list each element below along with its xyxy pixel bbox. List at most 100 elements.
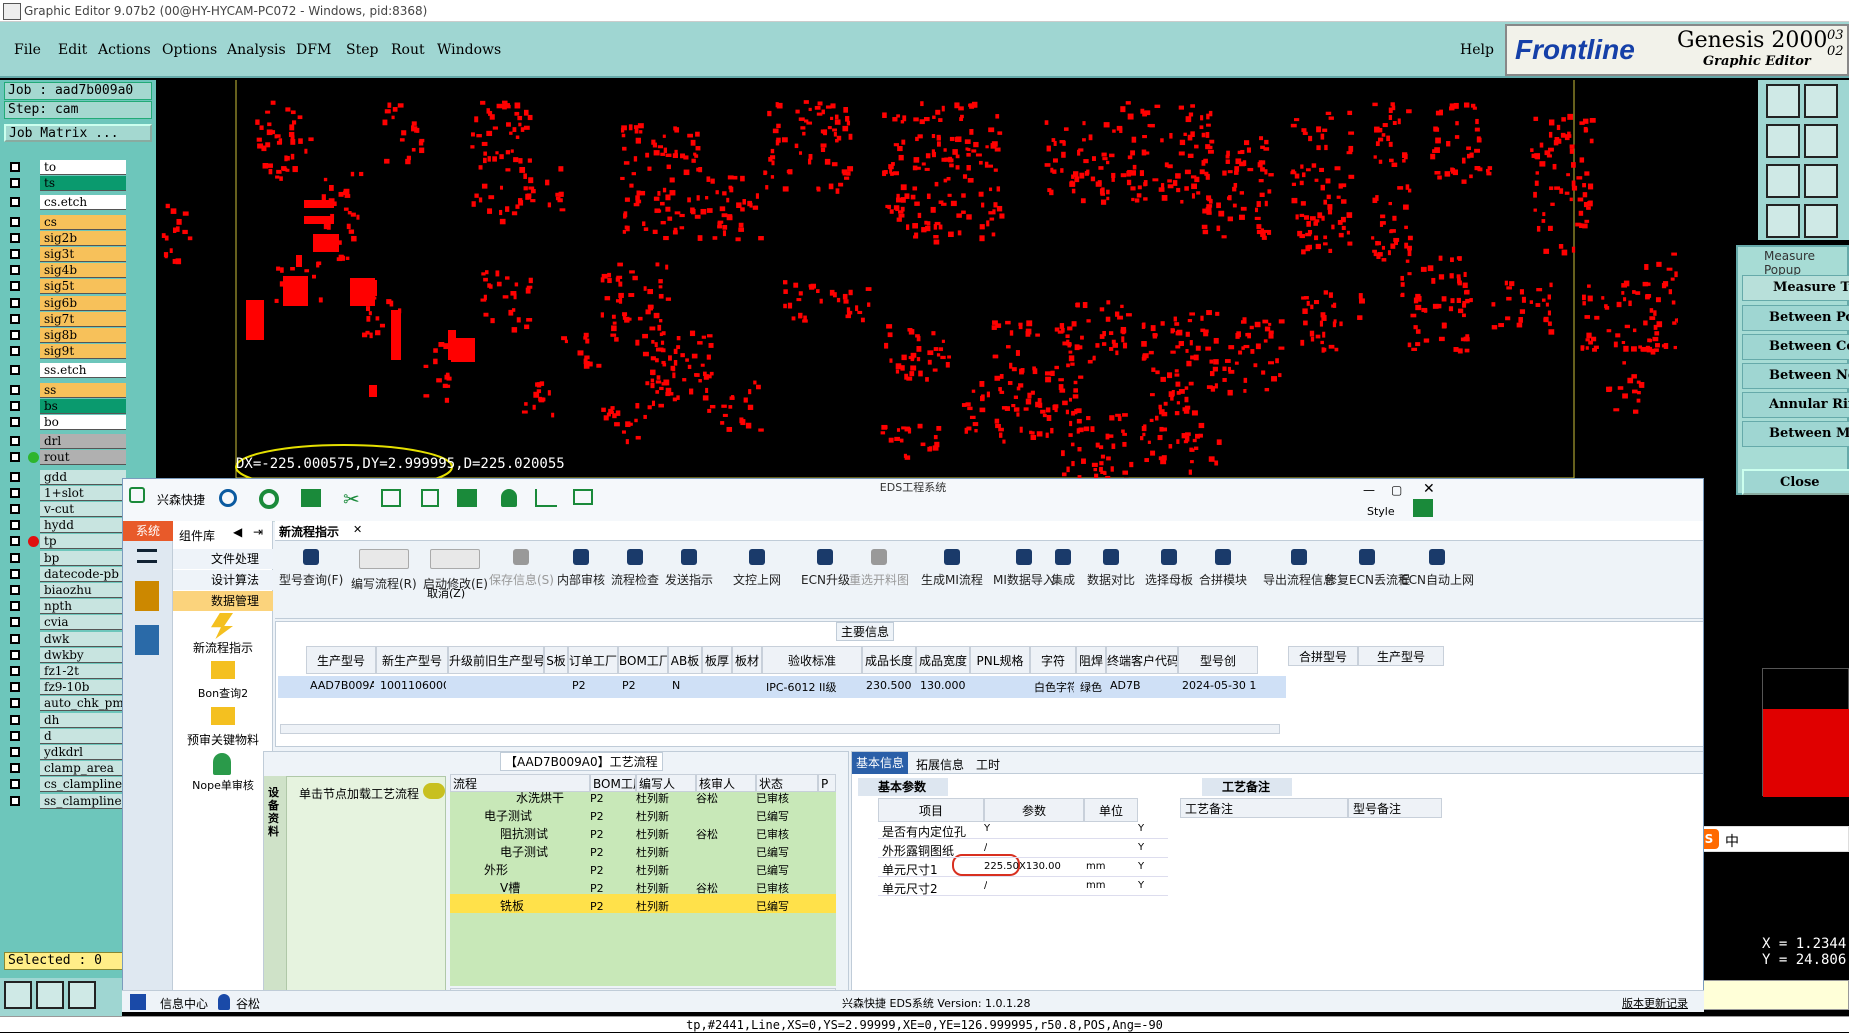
layer-row[interactable]: ss_clampline xyxy=(4,793,126,809)
measure-close-button[interactable]: Close xyxy=(1742,469,1849,495)
layer-checkbox[interactable] xyxy=(10,779,20,790)
layer-name[interactable]: cvia xyxy=(40,615,126,631)
ribbon-button[interactable]: ECN自动上网 xyxy=(1401,549,1474,588)
param-cell[interactable]: 225.50X130.00 xyxy=(984,861,1061,872)
ime-bar[interactable]: S 中 xyxy=(1694,826,1849,852)
layer-checkbox[interactable] xyxy=(10,452,20,463)
tab-extended-info[interactable]: 拓展信息 xyxy=(916,756,964,773)
layer-row[interactable]: sig4b xyxy=(4,263,126,279)
layer-name[interactable]: biaozhu xyxy=(40,583,126,598)
tree-row[interactable]: 电子测试 P2 杜列新 已编写 xyxy=(450,840,836,859)
layer-checkbox[interactable] xyxy=(10,417,20,427)
layer-row[interactable]: bs xyxy=(4,398,126,414)
layer-name[interactable]: dwk xyxy=(40,631,126,647)
layer-row[interactable]: fz1-2t xyxy=(4,664,126,679)
ribbon-button[interactable]: 生成MI流程 xyxy=(921,549,983,588)
layer-row[interactable]: sig9t xyxy=(4,344,126,360)
layer-row[interactable]: fz9-10b xyxy=(4,680,126,696)
ribbon-button[interactable]: 数据对比 xyxy=(1087,549,1135,588)
layer-name[interactable]: rout xyxy=(40,450,126,466)
grid-header[interactable]: 终端客户代码 xyxy=(1106,646,1178,674)
ribbon-button[interactable]: 修复ECN丢流程 xyxy=(1325,549,1410,588)
tree-header[interactable]: BOM工厂 xyxy=(590,774,636,792)
calc-icon[interactable] xyxy=(135,625,159,655)
grid-header[interactable]: 新生产型号 xyxy=(376,646,448,674)
ribbon-button[interactable]: 合拼模块 xyxy=(1199,549,1247,588)
snap-icon[interactable] xyxy=(1766,204,1800,238)
pre-review-button[interactable]: 预审关键物料 xyxy=(173,731,273,748)
grid-header[interactable]: S板 xyxy=(544,646,568,674)
layer-checkbox[interactable] xyxy=(10,682,20,693)
grid-header[interactable]: PNL规格 xyxy=(970,646,1030,674)
grid-header[interactable]: 订单工厂 xyxy=(568,646,618,674)
layer-name[interactable]: ss_clampline xyxy=(40,793,126,809)
layer-row[interactable]: cs.etch xyxy=(4,195,126,211)
layer-name[interactable]: ts xyxy=(40,176,126,192)
nav-design-algorithm[interactable]: 设计算法 xyxy=(173,570,273,590)
ribbon-button[interactable]: MI数据导入 xyxy=(993,549,1055,588)
tree-header[interactable]: 编写人 xyxy=(636,774,696,792)
grid-header[interactable]: 板材 xyxy=(732,646,762,674)
grid-header[interactable]: 板厚 xyxy=(702,646,732,674)
menu-help[interactable]: Help xyxy=(1460,42,1494,58)
layer-row[interactable]: v-cut xyxy=(4,502,126,517)
layer-row[interactable]: sig6b xyxy=(4,295,126,311)
layer-row[interactable]: sig7t xyxy=(4,311,126,327)
grid-header[interactable]: 成品宽度 xyxy=(916,646,970,674)
ribbon-button[interactable]: 重选开料图 xyxy=(849,549,909,588)
layer-checkbox[interactable] xyxy=(10,633,20,644)
layer-row[interactable]: ts xyxy=(4,176,126,192)
measure-between-points[interactable]: Between Points xyxy=(1742,305,1849,331)
layer-row[interactable]: bo xyxy=(4,415,126,430)
tree-header[interactable]: P xyxy=(818,774,836,792)
layer-checkbox[interactable] xyxy=(10,536,20,547)
layer-row[interactable]: drl xyxy=(4,434,126,450)
zoom-fit-icon[interactable] xyxy=(1766,164,1800,198)
layer-name[interactable]: v-cut xyxy=(40,502,126,517)
layer-name[interactable]: cs_clampline xyxy=(40,777,126,793)
layer-checkbox[interactable] xyxy=(10,585,20,595)
menu-icon[interactable] xyxy=(137,549,157,563)
measure-between-nearest[interactable]: Between Nearest xyxy=(1742,363,1849,389)
menu-analysis[interactable]: Analysis xyxy=(227,42,286,58)
ribbon-button[interactable]: 编写流程(R) xyxy=(351,549,417,592)
layer-name[interactable]: sig3t xyxy=(40,247,126,262)
layer-row[interactable]: biaozhu xyxy=(4,583,126,598)
layer-row[interactable]: cs_clampline xyxy=(4,777,126,793)
new-process-button[interactable]: 新流程指示 xyxy=(173,639,273,656)
nav-file-processing[interactable]: 文件处理 xyxy=(173,549,273,569)
layer-checkbox[interactable] xyxy=(10,297,20,308)
layer-name[interactable]: sig4b xyxy=(40,263,126,279)
update-log-link[interactable]: 版本更新记录 xyxy=(1622,995,1688,1011)
layer-row[interactable]: rout xyxy=(4,450,126,466)
grid-header[interactable]: 阻焊 xyxy=(1076,646,1106,674)
layer-row[interactable]: dwk xyxy=(4,631,126,647)
layer-row[interactable]: tp xyxy=(4,534,126,550)
layer-checkbox[interactable] xyxy=(10,471,20,482)
layer-name[interactable]: ss.etch xyxy=(40,363,126,379)
layer-row[interactable]: to xyxy=(4,160,126,175)
horizontal-scrollbar[interactable] xyxy=(280,724,1280,734)
layer-checkbox[interactable] xyxy=(10,330,20,340)
ribbon-button[interactable]: 型号查询(F) xyxy=(279,549,343,588)
layer-checkbox[interactable] xyxy=(10,520,20,531)
pan-right-icon[interactable] xyxy=(1804,124,1838,158)
grid-header[interactable]: 成品长度 xyxy=(862,646,916,674)
zoom-back-icon[interactable] xyxy=(1804,84,1838,118)
ribbon-button[interactable]: 发送指示 xyxy=(665,549,713,588)
layer-checkbox[interactable] xyxy=(10,216,20,227)
doc-tab-close-icon[interactable]: ✕ xyxy=(353,523,362,536)
layer-checkbox[interactable] xyxy=(10,747,20,757)
ribbon-button[interactable]: 集成 xyxy=(1051,549,1075,588)
layer-row[interactable]: auto_chk_pm xyxy=(4,696,126,712)
menu-step[interactable]: Step xyxy=(346,42,378,58)
layer-checkbox[interactable] xyxy=(10,487,20,498)
layer-checkbox[interactable] xyxy=(10,265,20,276)
layer-row[interactable]: npth xyxy=(4,599,126,615)
side-grid-header[interactable]: 生产型号 xyxy=(1358,646,1444,666)
maximize-button[interactable]: ▢ xyxy=(1391,483,1402,497)
doc-tab-new-process[interactable]: 新流程指示 xyxy=(279,523,339,540)
zoom-home-icon[interactable] xyxy=(1766,84,1800,118)
tree-row[interactable]: 铣板 P2 杜列新 已编写 xyxy=(450,894,836,913)
layer-name[interactable]: datecode-pb xyxy=(40,566,126,582)
